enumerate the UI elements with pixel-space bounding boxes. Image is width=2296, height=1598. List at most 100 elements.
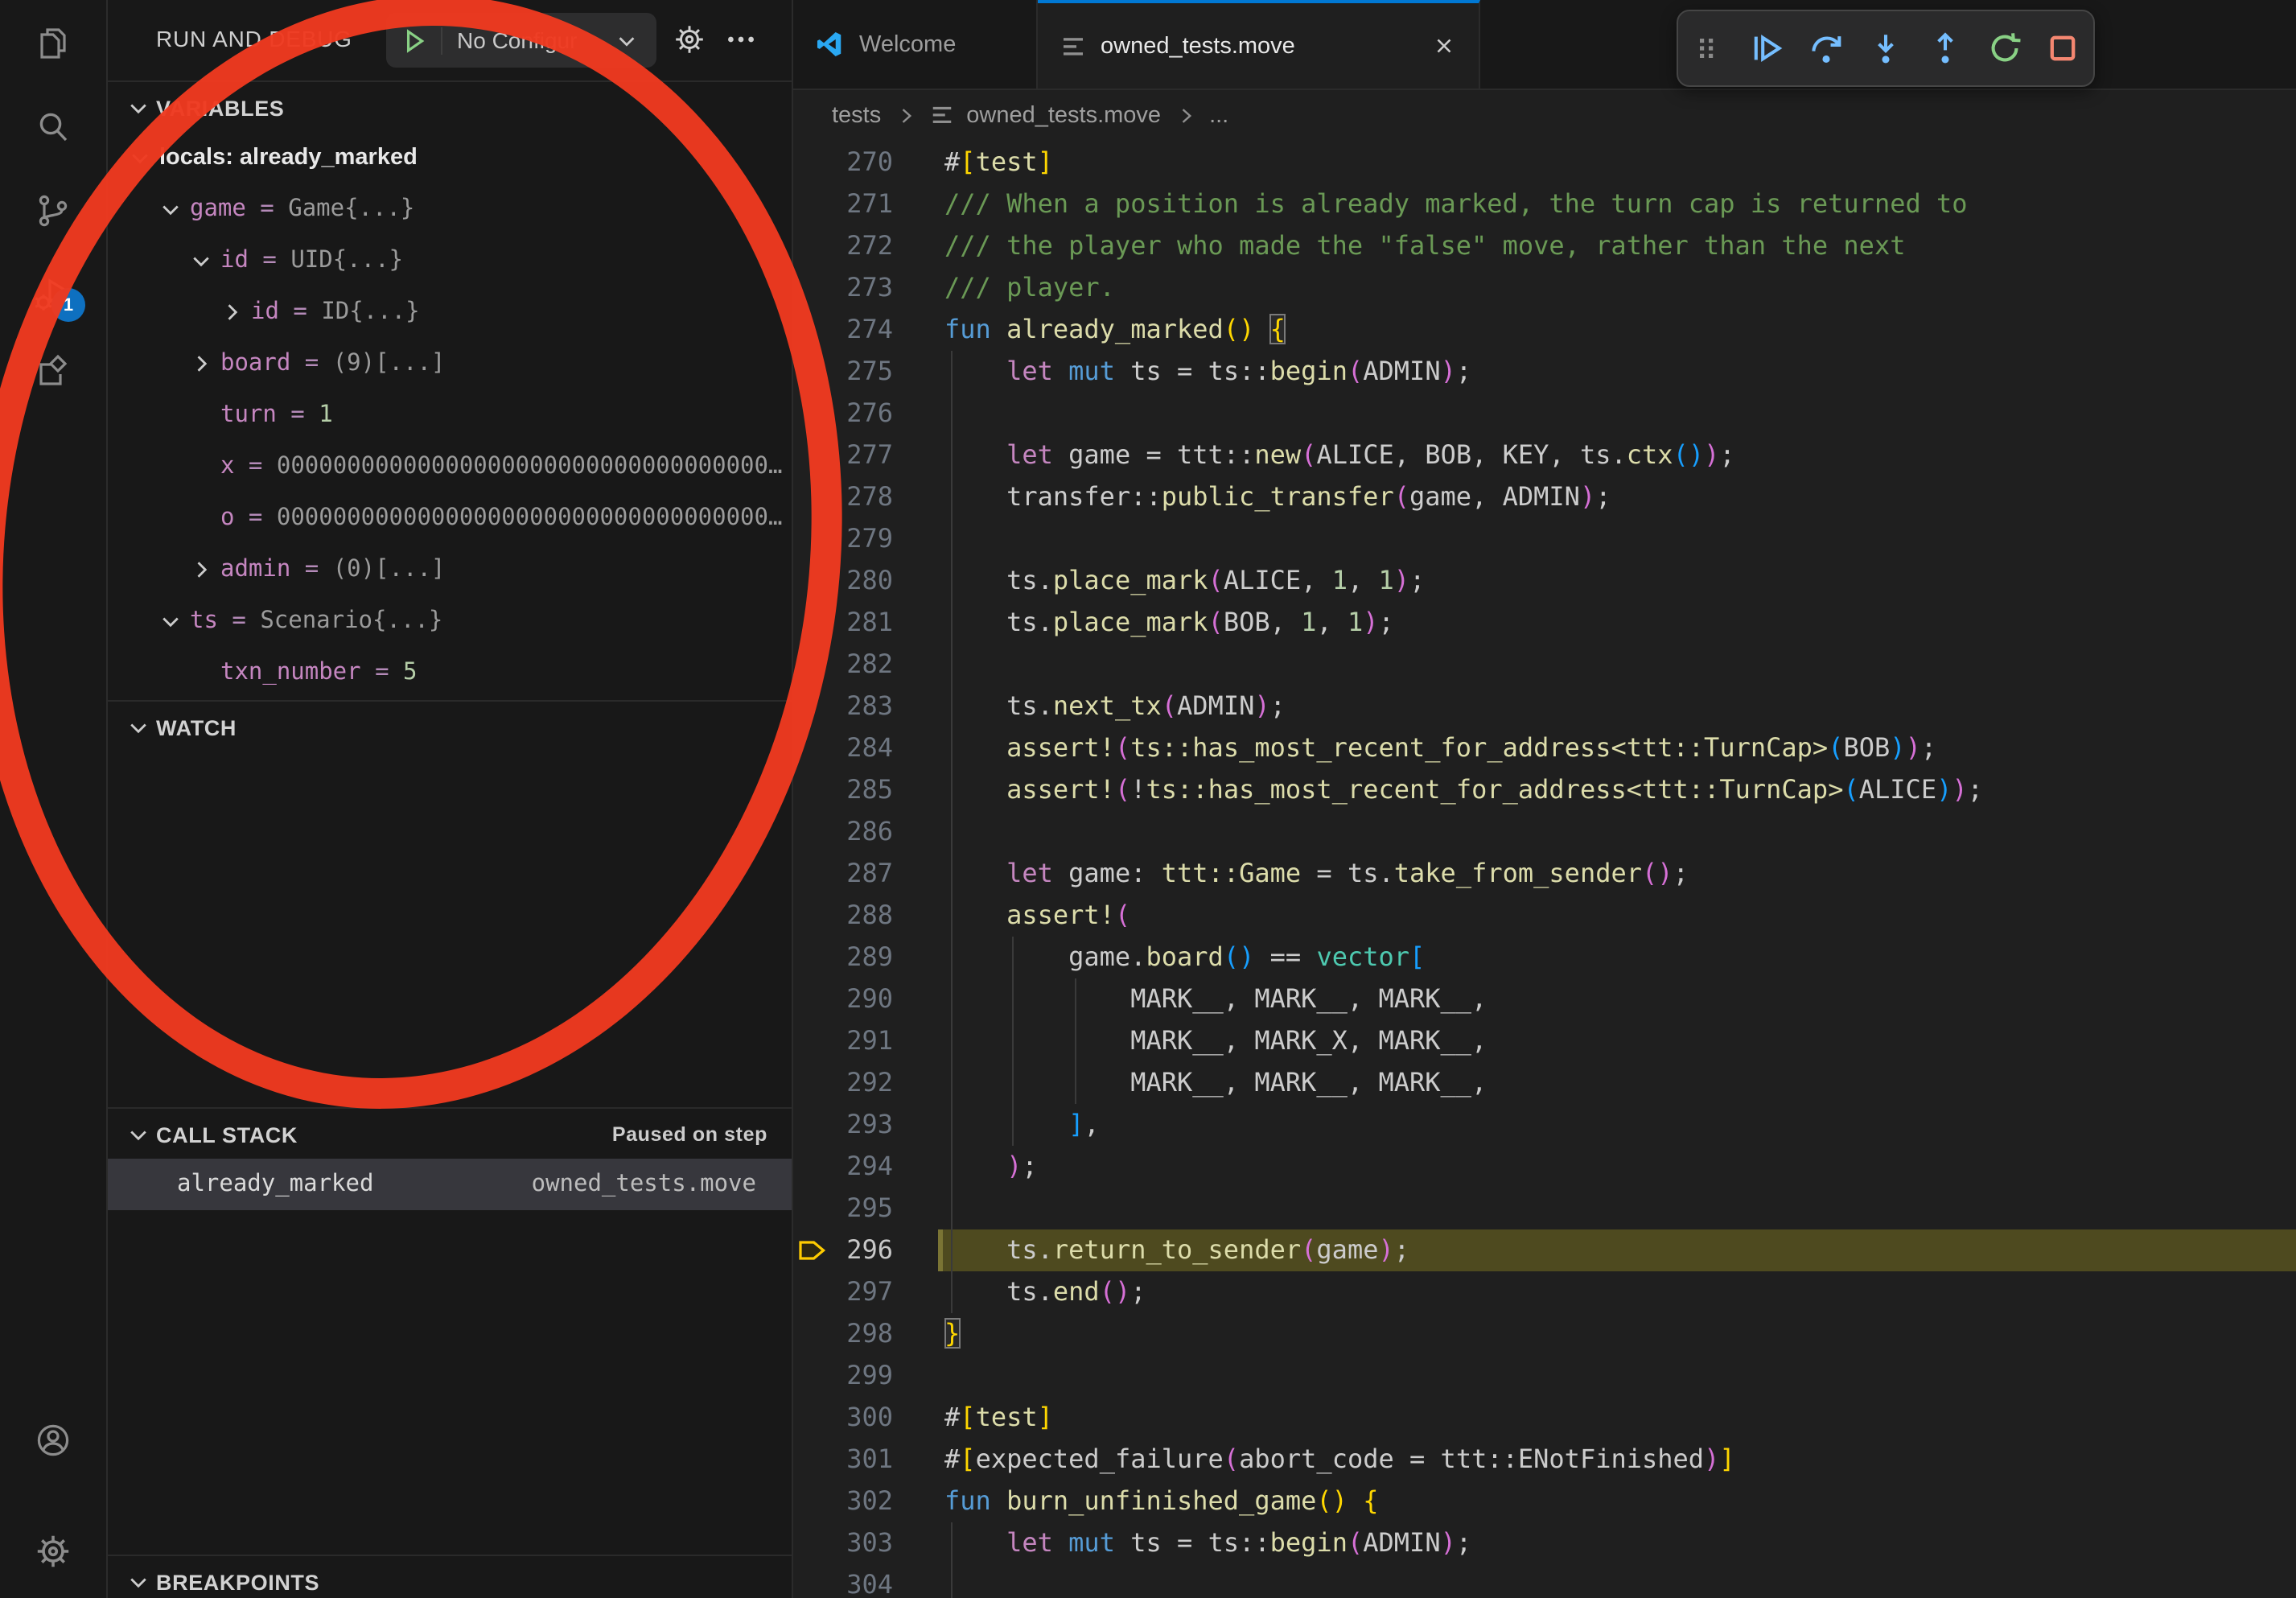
line-number[interactable]: 301	[792, 1439, 893, 1481]
line-number[interactable]: 299	[792, 1355, 893, 1397]
continue-button[interactable]	[1747, 27, 1788, 69]
extensions-icon[interactable]	[34, 352, 72, 391]
line-number[interactable]: 276	[792, 393, 893, 435]
start-debug-icon[interactable]	[386, 27, 442, 54]
explorer-icon[interactable]	[34, 24, 72, 63]
launch-config-control[interactable]: No Configur	[386, 13, 656, 68]
tab-welcome[interactable]: Welcome	[792, 0, 1038, 89]
line-number[interactable]: 302	[792, 1481, 893, 1522]
code-line-300[interactable]: 300#[test]	[792, 1397, 2296, 1439]
line-number[interactable]: 280	[792, 560, 893, 602]
code-line-304[interactable]: 304	[792, 1564, 2296, 1598]
code-line-282[interactable]: 282	[792, 644, 2296, 686]
chevron-down-icon[interactable]	[129, 146, 159, 169]
code-line-272[interactable]: 272/// the player who made the "false" m…	[792, 225, 2296, 267]
chevron-right-icon[interactable]	[220, 301, 251, 323]
variable-row[interactable]: o = 000000000000000000000000000000000000…	[106, 492, 792, 544]
code-line-281[interactable]: 281 ts.place_mark(BOB, 1, 1);	[792, 602, 2296, 644]
toolbar-drag-grip[interactable]	[1687, 27, 1729, 69]
code-line-283[interactable]: 283 ts.next_tx(ADMIN);	[792, 686, 2296, 727]
variable-row[interactable]: ts = Scenario{...}	[106, 595, 792, 647]
breadcrumb-item[interactable]: tests	[832, 102, 881, 128]
code-line-273[interactable]: 273/// player.	[792, 267, 2296, 309]
watch-section-header[interactable]: WATCH	[106, 700, 792, 753]
line-number[interactable]: 290	[792, 978, 893, 1020]
line-number[interactable]: 285	[792, 769, 893, 811]
line-number[interactable]: 279	[792, 518, 893, 560]
variable-row[interactable]: admin = (0)[...]	[106, 544, 792, 595]
line-number[interactable]: 304	[792, 1564, 893, 1598]
chevron-right-icon[interactable]	[190, 558, 220, 581]
line-number[interactable]: 281	[792, 602, 893, 644]
line-number[interactable]: 287	[792, 853, 893, 895]
line-number[interactable]: 270	[792, 142, 893, 183]
code-line-276[interactable]: 276	[792, 393, 2296, 435]
more-actions-icon[interactable]	[724, 23, 758, 56]
step-over-button[interactable]	[1805, 27, 1847, 69]
code-line-279[interactable]: 279	[792, 518, 2296, 560]
variable-row[interactable]: x = 000000000000000000000000000000000000…	[106, 441, 792, 492]
code-line-294[interactable]: 294 );	[792, 1146, 2296, 1188]
code-line-270[interactable]: 270#[test]	[792, 142, 2296, 183]
code-line-301[interactable]: 301#[expected_failure(abort_code = ttt::…	[792, 1439, 2296, 1481]
chevron-down-icon[interactable]	[159, 610, 190, 632]
account-icon[interactable]	[34, 1421, 72, 1460]
line-number[interactable]: 297	[792, 1271, 893, 1313]
line-number[interactable]: 292	[792, 1062, 893, 1104]
line-number[interactable]: 275	[792, 351, 893, 393]
source-control-icon[interactable]	[34, 192, 72, 230]
line-number[interactable]: 291	[792, 1020, 893, 1062]
code-line-284[interactable]: 284 assert!(ts::has_most_recent_for_addr…	[792, 727, 2296, 769]
code-line-302[interactable]: 302fun burn_unfinished_game() {	[792, 1481, 2296, 1522]
variable-row[interactable]: board = (9)[...]	[106, 338, 792, 389]
line-number[interactable]: 278	[792, 476, 893, 518]
code-line-298[interactable]: 298}	[792, 1313, 2296, 1355]
tab-owned-tests[interactable]: owned_tests.move	[1038, 0, 1480, 89]
line-number[interactable]: 288	[792, 895, 893, 937]
code-line-293[interactable]: 293 ],	[792, 1104, 2296, 1146]
code-line-299[interactable]: 299	[792, 1355, 2296, 1397]
code-line-291[interactable]: 291 MARK__, MARK_X, MARK__,	[792, 1020, 2296, 1062]
config-dropdown-label[interactable]: No Configur	[442, 27, 615, 53]
code-line-289[interactable]: 289 game.board() == vector[	[792, 937, 2296, 978]
line-number[interactable]: 274	[792, 309, 893, 351]
line-number[interactable]: 277	[792, 435, 893, 476]
line-number[interactable]: 283	[792, 686, 893, 727]
line-number[interactable]: 272	[792, 225, 893, 267]
code-line-274[interactable]: 274fun already_marked() {	[792, 309, 2296, 351]
variable-row[interactable]: turn = 1	[106, 389, 792, 441]
step-into-button[interactable]	[1865, 27, 1907, 69]
variable-row[interactable]: id = ID{...}	[106, 286, 792, 338]
call-stack-section-header[interactable]: CALL STACK Paused on step	[106, 1107, 792, 1160]
code-line-295[interactable]: 295	[792, 1188, 2296, 1229]
line-number[interactable]: 295	[792, 1188, 893, 1229]
code-line-286[interactable]: 286	[792, 811, 2296, 853]
step-out-button[interactable]	[1924, 27, 1966, 69]
line-number[interactable]: 294	[792, 1146, 893, 1188]
breadcrumb-item[interactable]: owned_tests.move	[966, 102, 1161, 128]
line-number[interactable]: 303	[792, 1522, 893, 1564]
restart-button[interactable]	[1983, 27, 2025, 69]
line-number[interactable]: 273	[792, 267, 893, 309]
code-line-280[interactable]: 280 ts.place_mark(ALICE, 1, 1);	[792, 560, 2296, 602]
code-line-303[interactable]: 303 let mut ts = ts::begin(ADMIN);	[792, 1522, 2296, 1564]
line-number[interactable]: 293	[792, 1104, 893, 1146]
call-stack-frame[interactable]: already_marked owned_tests.move	[106, 1159, 792, 1210]
debug-settings-gear-icon[interactable]	[673, 23, 706, 56]
breadcrumb-item[interactable]: ...	[1209, 102, 1228, 128]
code-line-292[interactable]: 292 MARK__, MARK__, MARK__,	[792, 1062, 2296, 1104]
variable-row[interactable]: game = Game{...}	[106, 183, 792, 235]
code-line-288[interactable]: 288 assert!(	[792, 895, 2296, 937]
line-number[interactable]: 284	[792, 727, 893, 769]
variable-row[interactable]: txn_number = 5	[106, 647, 792, 698]
line-number[interactable]: 282	[792, 644, 893, 686]
breakpoints-section-header[interactable]: BREAKPOINTS	[106, 1555, 792, 1598]
close-icon[interactable]	[1432, 34, 1456, 58]
line-number[interactable]: 300	[792, 1397, 893, 1439]
code-line-290[interactable]: 290 MARK__, MARK__, MARK__,	[792, 978, 2296, 1020]
variables-section-header[interactable]: VARIABLES	[106, 80, 792, 134]
code-line-275[interactable]: 275 let mut ts = ts::begin(ADMIN);	[792, 351, 2296, 393]
chevron-right-icon[interactable]	[190, 352, 220, 375]
code-line-285[interactable]: 285 assert!(!ts::has_most_recent_for_add…	[792, 769, 2296, 811]
variable-row[interactable]: id = UID{...}	[106, 235, 792, 286]
